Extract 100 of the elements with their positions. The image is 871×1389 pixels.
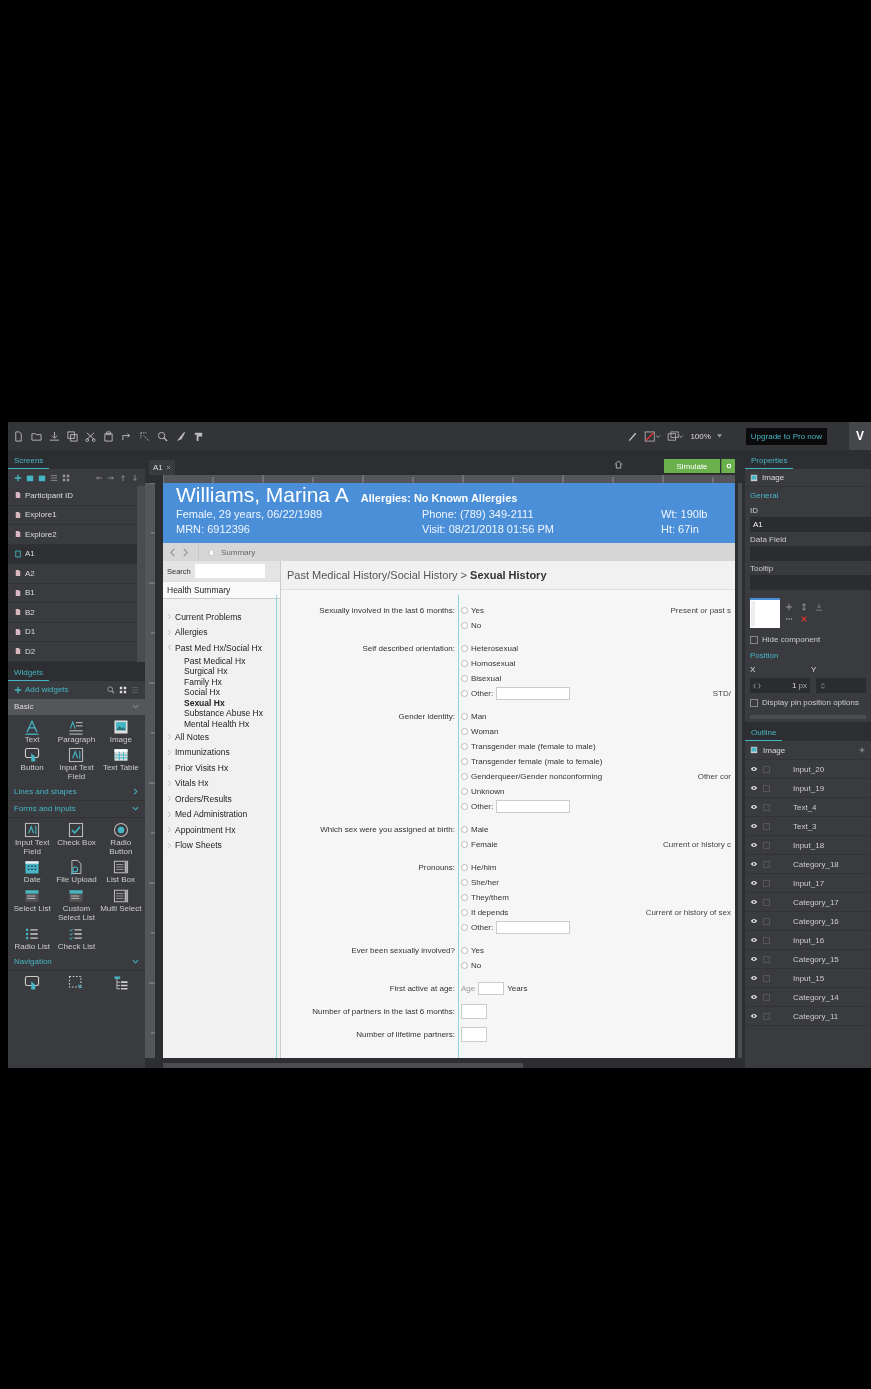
radio-button[interactable]	[461, 864, 468, 871]
eye-icon[interactable]	[750, 804, 758, 810]
lock-checkbox[interactable]	[763, 917, 770, 925]
radio-button[interactable]	[461, 690, 468, 697]
widget-item[interactable]: Radio Button	[98, 820, 143, 857]
radio-button[interactable]	[461, 675, 468, 682]
nav-item[interactable]: Flow Sheets	[167, 837, 280, 853]
outline-item[interactable]: Category_16	[793, 916, 839, 926]
outline-item[interactable]: Category_18	[793, 859, 839, 869]
layers-icon[interactable]	[667, 430, 685, 442]
widget-item[interactable]: Text	[10, 717, 55, 745]
forward-icon[interactable]	[182, 547, 189, 557]
download-icon[interactable]	[49, 430, 60, 442]
nav-subitem[interactable]: Mental Health Hx	[167, 718, 280, 729]
widget-icon[interactable]	[23, 746, 42, 765]
nav-item[interactable]: Orders/Results	[167, 791, 280, 807]
screen-item[interactable]: D1	[8, 622, 137, 642]
widget-item[interactable]: Check Box	[54, 820, 99, 857]
outline-item[interactable]: Input_17	[793, 878, 825, 888]
radio-button[interactable]	[461, 645, 468, 652]
widget-category[interactable]: Basic	[8, 698, 145, 715]
screen-item[interactable]: A2	[8, 564, 137, 584]
add-widgets-button[interactable]: Add widgets	[14, 685, 69, 694]
radio-button[interactable]	[461, 894, 468, 901]
outline-item[interactable]: Input_15	[793, 973, 825, 983]
lock-checkbox[interactable]	[763, 822, 770, 830]
settings-button[interactable]	[721, 459, 735, 473]
other-field[interactable]	[496, 921, 571, 934]
widget-item[interactable]: Custom Select List	[54, 887, 99, 923]
screen-item[interactable]: A1	[8, 544, 137, 564]
checkbox[interactable]	[750, 698, 758, 707]
new-file-icon[interactable]	[13, 430, 24, 442]
widget-item[interactable]: Text Table	[98, 746, 143, 782]
close-icon[interactable]	[165, 465, 171, 470]
nav-item[interactable]: Past Med Hx/Social Hx	[167, 640, 280, 656]
select-icon[interactable]	[139, 430, 150, 442]
eye-icon[interactable]	[750, 975, 758, 981]
screen-item[interactable]: B1	[8, 583, 137, 603]
number-field[interactable]	[461, 1027, 487, 1042]
outline-item[interactable]: Input_16	[793, 935, 825, 945]
radio-button[interactable]	[461, 788, 468, 795]
grid-icon[interactable]	[62, 473, 70, 482]
widget-item[interactable]: Input Text Field	[54, 746, 99, 782]
upgrade-button[interactable]: Upgrade to Pro now	[745, 427, 827, 445]
radio-button[interactable]	[461, 879, 468, 886]
property-field[interactable]: A1	[750, 517, 871, 532]
widget-icon[interactable]	[111, 820, 130, 839]
chevron-icon[interactable]	[132, 958, 139, 966]
eye-icon[interactable]	[750, 918, 758, 924]
lock-checkbox[interactable]	[763, 993, 770, 1001]
chevron-icon[interactable]	[132, 788, 139, 796]
grid-icon[interactable]	[119, 685, 127, 694]
radio-button[interactable]	[461, 841, 468, 848]
screen-item[interactable]: D2	[8, 642, 137, 662]
radio-button[interactable]	[461, 758, 468, 765]
widget-item[interactable]: Multi Select	[98, 887, 143, 923]
screen-item[interactable]: B2	[8, 603, 137, 623]
radio-button[interactable]	[461, 803, 468, 810]
screen-item[interactable]: Explore1	[8, 505, 137, 525]
caret-icon[interactable]	[716, 434, 722, 438]
radio-button[interactable]	[461, 924, 468, 931]
brush-icon[interactable]	[175, 430, 186, 442]
nav-subitem[interactable]: Social Hx	[167, 687, 280, 698]
screen-item[interactable]: Participant ID	[8, 486, 137, 506]
radio-button[interactable]	[461, 607, 468, 614]
eye-icon[interactable]	[750, 766, 758, 772]
delete-icon[interactable]	[800, 615, 808, 623]
search-icon[interactable]	[107, 685, 115, 694]
screen-item[interactable]: Explore2	[8, 525, 137, 545]
y-position-field[interactable]	[816, 678, 866, 693]
nav-subitem[interactable]: Surgical Hx	[167, 666, 280, 677]
widget-item[interactable]: Button	[10, 746, 55, 782]
nav-subitem[interactable]: Substance Abuse Hx	[167, 708, 280, 719]
eye-icon[interactable]	[750, 994, 758, 1000]
age-field[interactable]	[478, 982, 505, 995]
radio-button[interactable]	[461, 947, 468, 954]
widget-item[interactable]: Input Text Field	[10, 820, 55, 857]
lock-checkbox[interactable]	[763, 936, 770, 944]
outline-item[interactable]: Text_3	[793, 821, 817, 831]
arrow-down-icon[interactable]	[131, 473, 139, 482]
outline-item[interactable]: Input_19	[793, 783, 825, 793]
line-color-icon[interactable]	[644, 430, 662, 442]
nav-item[interactable]: All Notes	[167, 729, 280, 745]
checkbox[interactable]	[750, 635, 758, 644]
nav-item[interactable]: Vitals Hx	[167, 775, 280, 791]
nav-item[interactable]: Appointment Hx	[167, 822, 280, 838]
list-icon[interactable]	[131, 685, 139, 694]
radio-button[interactable]	[461, 962, 468, 969]
eye-icon[interactable]	[750, 899, 758, 905]
widget-item[interactable]: Select List	[10, 887, 55, 923]
home-icon[interactable]	[614, 460, 623, 469]
more-icon[interactable]	[785, 615, 793, 623]
chevron-icon[interactable]	[132, 703, 139, 710]
pen-icon[interactable]	[627, 430, 639, 442]
x-position-field[interactable]: 1 px	[750, 678, 810, 693]
radio-button[interactable]	[461, 660, 468, 667]
lock-checkbox[interactable]	[763, 879, 770, 887]
lock-checkbox[interactable]	[763, 1012, 770, 1020]
outline-item[interactable]: Category_11	[793, 1011, 839, 1021]
widget-icon[interactable]	[111, 717, 130, 736]
